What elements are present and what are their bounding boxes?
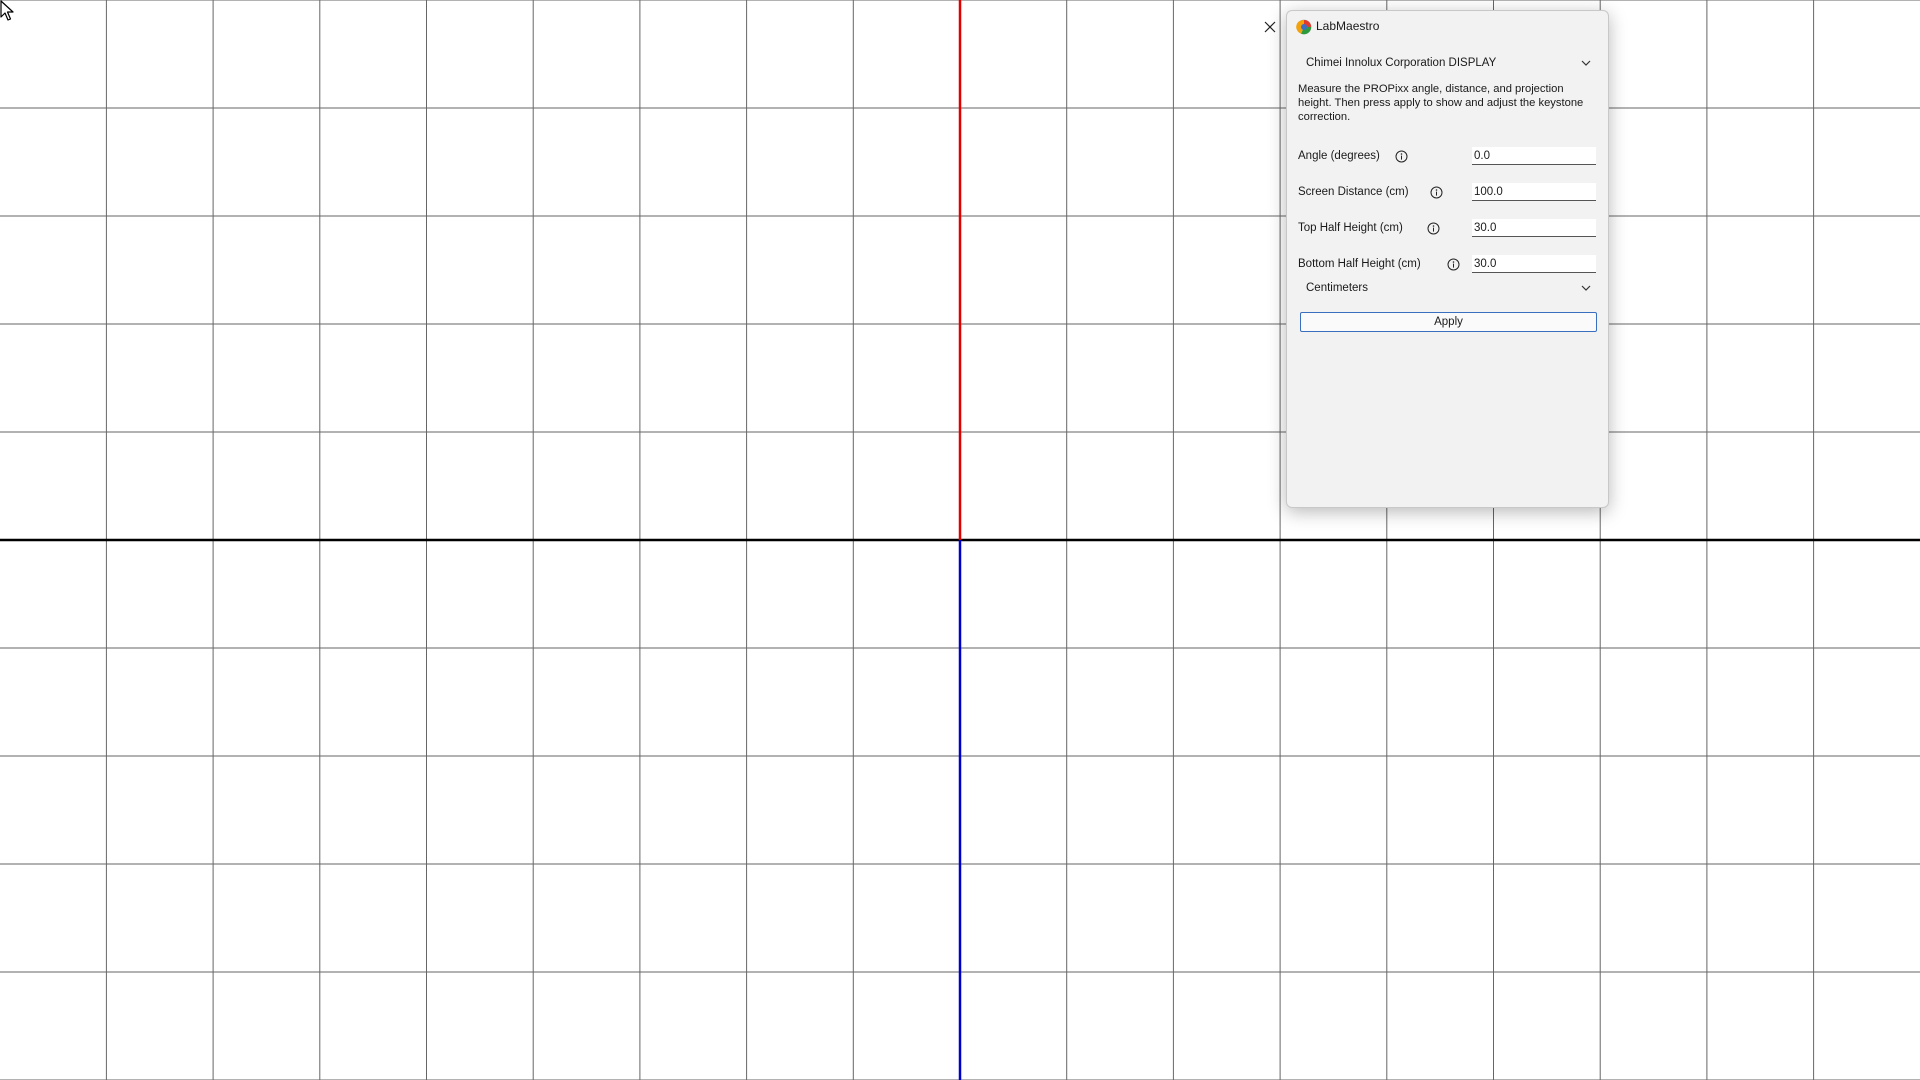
field-screen-distance: Screen Distance (cm) xyxy=(1298,181,1600,205)
labmaestro-logo-icon xyxy=(1296,19,1312,35)
info-icon[interactable] xyxy=(1430,186,1443,199)
apply-button[interactable]: Apply xyxy=(1300,312,1597,332)
close-button[interactable] xyxy=(1259,16,1281,38)
close-icon xyxy=(1264,21,1276,33)
keystone-dialog: LabMaestro Chimei Innolux Corporation DI… xyxy=(1264,10,1609,508)
keystone-grid xyxy=(0,0,1920,1080)
info-icon[interactable] xyxy=(1427,222,1440,235)
units-select[interactable]: Centimeters xyxy=(1299,277,1596,299)
angle-input[interactable] xyxy=(1472,147,1596,165)
field-label: Screen Distance (cm) xyxy=(1298,186,1409,198)
chevron-down-icon xyxy=(1581,285,1591,291)
info-icon[interactable] xyxy=(1447,258,1460,271)
window-title: LabMaestro xyxy=(1316,19,1380,33)
display-select-value: Chimei Innolux Corporation DISPLAY xyxy=(1306,57,1497,69)
field-angle: Angle (degrees) xyxy=(1298,145,1600,169)
chevron-down-icon xyxy=(1581,60,1591,66)
screen-distance-input[interactable] xyxy=(1472,183,1596,201)
field-bottom-half-height: Bottom Half Height (cm) xyxy=(1298,253,1600,277)
field-label: Angle (degrees) xyxy=(1298,150,1380,162)
display-select[interactable]: Chimei Innolux Corporation DISPLAY xyxy=(1299,52,1596,74)
instructions-text: Measure the PROPixx angle, distance, and… xyxy=(1298,83,1584,123)
mouse-cursor-icon xyxy=(0,0,14,21)
field-top-half-height: Top Half Height (cm) xyxy=(1298,217,1600,241)
bottom-half-height-input[interactable] xyxy=(1472,255,1596,273)
field-label: Bottom Half Height (cm) xyxy=(1298,258,1421,270)
top-half-height-input[interactable] xyxy=(1472,219,1596,237)
field-label: Top Half Height (cm) xyxy=(1298,222,1403,234)
units-select-value: Centimeters xyxy=(1306,282,1368,294)
info-icon[interactable] xyxy=(1395,150,1408,163)
